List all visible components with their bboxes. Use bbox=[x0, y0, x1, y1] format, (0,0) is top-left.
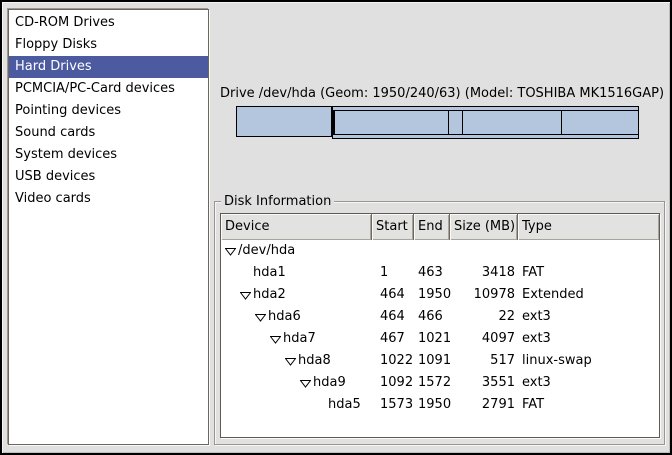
device-name: hda8 bbox=[298, 350, 331, 372]
column-header-device[interactable]: Device bbox=[221, 214, 372, 240]
type-value bbox=[518, 240, 659, 262]
start-value: 1092 bbox=[372, 372, 414, 394]
end-value bbox=[414, 240, 450, 262]
size-value: 517 bbox=[450, 350, 518, 372]
expander-icon[interactable] bbox=[255, 313, 266, 322]
logical-partition-hda9 bbox=[462, 110, 562, 135]
sidebar-item-hard-drives[interactable]: Hard Drives bbox=[9, 56, 208, 78]
expander-slot[interactable] bbox=[238, 284, 253, 306]
size-value: 3551 bbox=[450, 372, 518, 394]
type-value: Extended bbox=[518, 284, 659, 306]
column-header-start[interactable]: Start bbox=[372, 214, 414, 240]
table-row-hda9[interactable]: hda9 109215723551ext3 bbox=[221, 372, 659, 394]
sidebar-item-usb-devices[interactable]: USB devices bbox=[9, 166, 208, 188]
size-value: 3418 bbox=[450, 262, 518, 284]
expander-icon[interactable] bbox=[285, 357, 296, 366]
start-value: 1022 bbox=[372, 350, 414, 372]
expander-icon[interactable] bbox=[225, 247, 236, 256]
partition-table[interactable]: Device Start End Size (MB) Type /dev/hda… bbox=[220, 213, 660, 438]
device-category-list[interactable]: CD-ROM DrivesFloppy DisksHard DrivesPCMC… bbox=[8, 9, 209, 445]
expander-icon[interactable] bbox=[270, 335, 281, 344]
size-value: 10978 bbox=[450, 284, 518, 306]
table-row-hda1[interactable]: hda1 14633418FAT bbox=[221, 262, 659, 284]
expander-spacer bbox=[238, 262, 253, 284]
table-row-hda7[interactable]: hda7 46710214097ext3 bbox=[221, 328, 659, 350]
device-name: hda1 bbox=[253, 262, 286, 284]
start-value: 464 bbox=[372, 284, 414, 306]
expander-spacer bbox=[313, 394, 328, 416]
end-value: 466 bbox=[414, 306, 450, 328]
partition-table-header: Device Start End Size (MB) Type bbox=[221, 214, 659, 240]
column-header-end[interactable]: End bbox=[414, 214, 450, 240]
type-value: ext3 bbox=[518, 328, 659, 350]
device-name: hda2 bbox=[253, 284, 286, 306]
size-value: 22 bbox=[450, 306, 518, 328]
partition-bar bbox=[236, 106, 639, 137]
logical-partition-hda5 bbox=[561, 110, 639, 135]
end-value: 463 bbox=[414, 262, 450, 284]
partition-table-body: /dev/hdahda114633418FAThda2464195010978E… bbox=[221, 240, 659, 416]
size-value: 2791 bbox=[450, 394, 518, 416]
type-value: ext3 bbox=[518, 306, 659, 328]
table-row-hda6[interactable]: hda6 46446622ext3 bbox=[221, 306, 659, 328]
table-row--dev-hda[interactable]: /dev/hda bbox=[221, 240, 659, 262]
sidebar-item-floppy-disks[interactable]: Floppy Disks bbox=[9, 34, 208, 56]
logical-partition-hda7 bbox=[334, 110, 449, 135]
expander-slot[interactable] bbox=[298, 372, 313, 394]
drive-title: Drive /dev/hda (Geom: 1950/240/63) (Mode… bbox=[220, 86, 657, 101]
extended-partition-hda2 bbox=[332, 106, 639, 139]
table-row-hda2[interactable]: hda2 464195010978Extended bbox=[221, 284, 659, 306]
type-value: ext3 bbox=[518, 372, 659, 394]
sidebar-item-video-cards[interactable]: Video cards bbox=[9, 188, 208, 210]
start-value: 1573 bbox=[372, 394, 414, 416]
start-value bbox=[372, 240, 414, 262]
end-value: 1950 bbox=[414, 284, 450, 306]
sidebar-item-cd-rom-drives[interactable]: CD-ROM Drives bbox=[9, 12, 208, 34]
end-value: 1572 bbox=[414, 372, 450, 394]
expander-slot[interactable] bbox=[253, 306, 268, 328]
device-name: hda6 bbox=[268, 306, 301, 328]
column-header-size[interactable]: Size (MB) bbox=[450, 214, 518, 240]
end-value: 1950 bbox=[414, 394, 450, 416]
partition-segment-hda1 bbox=[237, 107, 332, 136]
end-value: 1021 bbox=[414, 328, 450, 350]
sidebar-item-system-devices[interactable]: System devices bbox=[9, 144, 208, 166]
expander-slot[interactable] bbox=[268, 328, 283, 350]
device-name: hda5 bbox=[328, 394, 361, 416]
size-value: 4097 bbox=[450, 328, 518, 350]
size-value bbox=[450, 240, 518, 262]
type-value: FAT bbox=[518, 262, 659, 284]
disk-information-group: Disk Information Device Start End Size (… bbox=[214, 201, 665, 445]
disk-information-label: Disk Information bbox=[221, 194, 334, 209]
table-row-hda5[interactable]: hda5 157319502791FAT bbox=[221, 394, 659, 416]
end-value: 1091 bbox=[414, 350, 450, 372]
device-name: hda7 bbox=[283, 328, 316, 350]
start-value: 467 bbox=[372, 328, 414, 350]
type-value: FAT bbox=[518, 394, 659, 416]
sidebar-item-pcmcia-pc-card-devices[interactable]: PCMCIA/PC-Card devices bbox=[9, 78, 208, 100]
start-value: 464 bbox=[372, 306, 414, 328]
expander-icon[interactable] bbox=[240, 291, 251, 300]
expander-slot[interactable] bbox=[283, 350, 298, 372]
sidebar-item-pointing-devices[interactable]: Pointing devices bbox=[9, 100, 208, 122]
device-name: hda9 bbox=[313, 372, 346, 394]
logical-partition-hda8 bbox=[448, 110, 463, 135]
device-name: /dev/hda bbox=[238, 240, 295, 262]
sidebar-item-sound-cards[interactable]: Sound cards bbox=[9, 122, 208, 144]
column-header-type[interactable]: Type bbox=[518, 214, 659, 240]
hardware-browser-window: CD-ROM DrivesFloppy DisksHard DrivesPCMC… bbox=[0, 0, 672, 455]
expander-slot[interactable] bbox=[223, 240, 238, 262]
expander-icon[interactable] bbox=[300, 379, 311, 388]
table-row-hda8[interactable]: hda8 10221091517linux-swap bbox=[221, 350, 659, 372]
start-value: 1 bbox=[372, 262, 414, 284]
type-value: linux-swap bbox=[518, 350, 659, 372]
